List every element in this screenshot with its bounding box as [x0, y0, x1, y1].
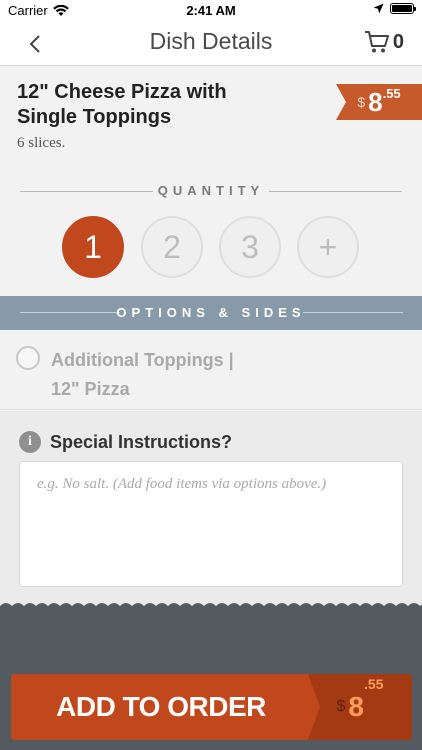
- price-dollars: 8: [368, 86, 383, 117]
- quantity-selector: 1 2 3 +: [0, 216, 422, 280]
- status-bar: Carrier 2:41 AM: [0, 0, 422, 22]
- quantity-header: QUANTITY: [20, 182, 402, 202]
- page-title: Dish Details: [149, 28, 273, 54]
- price-dollars: 8: [348, 691, 364, 722]
- price-cents: .55: [382, 86, 401, 101]
- location-arrow-icon: [373, 3, 384, 14]
- special-instructions-input[interactable]: [19, 461, 403, 587]
- quantity-label: QUANTITY: [157, 183, 265, 198]
- dish-description: 6 slices.: [17, 135, 66, 151]
- options-sides-header: OPTIONS & SIDES: [0, 296, 422, 330]
- info-icon: i: [19, 431, 41, 453]
- options-sides-label: OPTIONS & SIDES: [116, 305, 306, 320]
- dish-name: 12" Cheese Pizza with Single Toppings: [17, 81, 227, 128]
- nav-bar: Dish Details 0: [0, 22, 422, 66]
- status-time: 2:41 AM: [186, 3, 236, 18]
- option-additional-toppings[interactable]: Additional Toppings | 12" Pizza: [0, 330, 422, 410]
- option-label: Additional Toppings | 12" Pizza: [51, 350, 234, 399]
- option-radio[interactable]: [16, 346, 40, 370]
- footer: ADD TO ORDER $ 8 .55: [0, 613, 422, 750]
- price-cents: .55: [364, 676, 384, 692]
- order-total-price: $ 8 .55: [308, 674, 412, 740]
- quantity-option-2[interactable]: 2: [141, 216, 203, 278]
- add-to-order-button[interactable]: ADD TO ORDER $ 8 .55: [11, 674, 412, 740]
- dish-header: 12" Cheese Pizza with Single Toppings 6 …: [0, 66, 422, 172]
- price-currency: $: [357, 94, 366, 110]
- cart-icon: [364, 31, 389, 53]
- price-currency: $: [336, 698, 346, 715]
- quantity-option-1[interactable]: 1: [62, 216, 124, 278]
- quantity-option-3[interactable]: 3: [219, 216, 281, 278]
- special-instructions: i Special Instructions?: [0, 411, 422, 607]
- quantity-more-button[interactable]: +: [297, 216, 359, 278]
- cart-count: 0: [392, 30, 404, 53]
- status-right: [373, 3, 416, 14]
- special-instructions-label: Special Instructions?: [50, 432, 233, 452]
- add-to-order-label: ADD TO ORDER: [56, 691, 266, 722]
- battery-icon: [390, 3, 416, 14]
- cart-button[interactable]: 0: [364, 30, 404, 54]
- price-tag: $ 8 .55: [336, 84, 422, 120]
